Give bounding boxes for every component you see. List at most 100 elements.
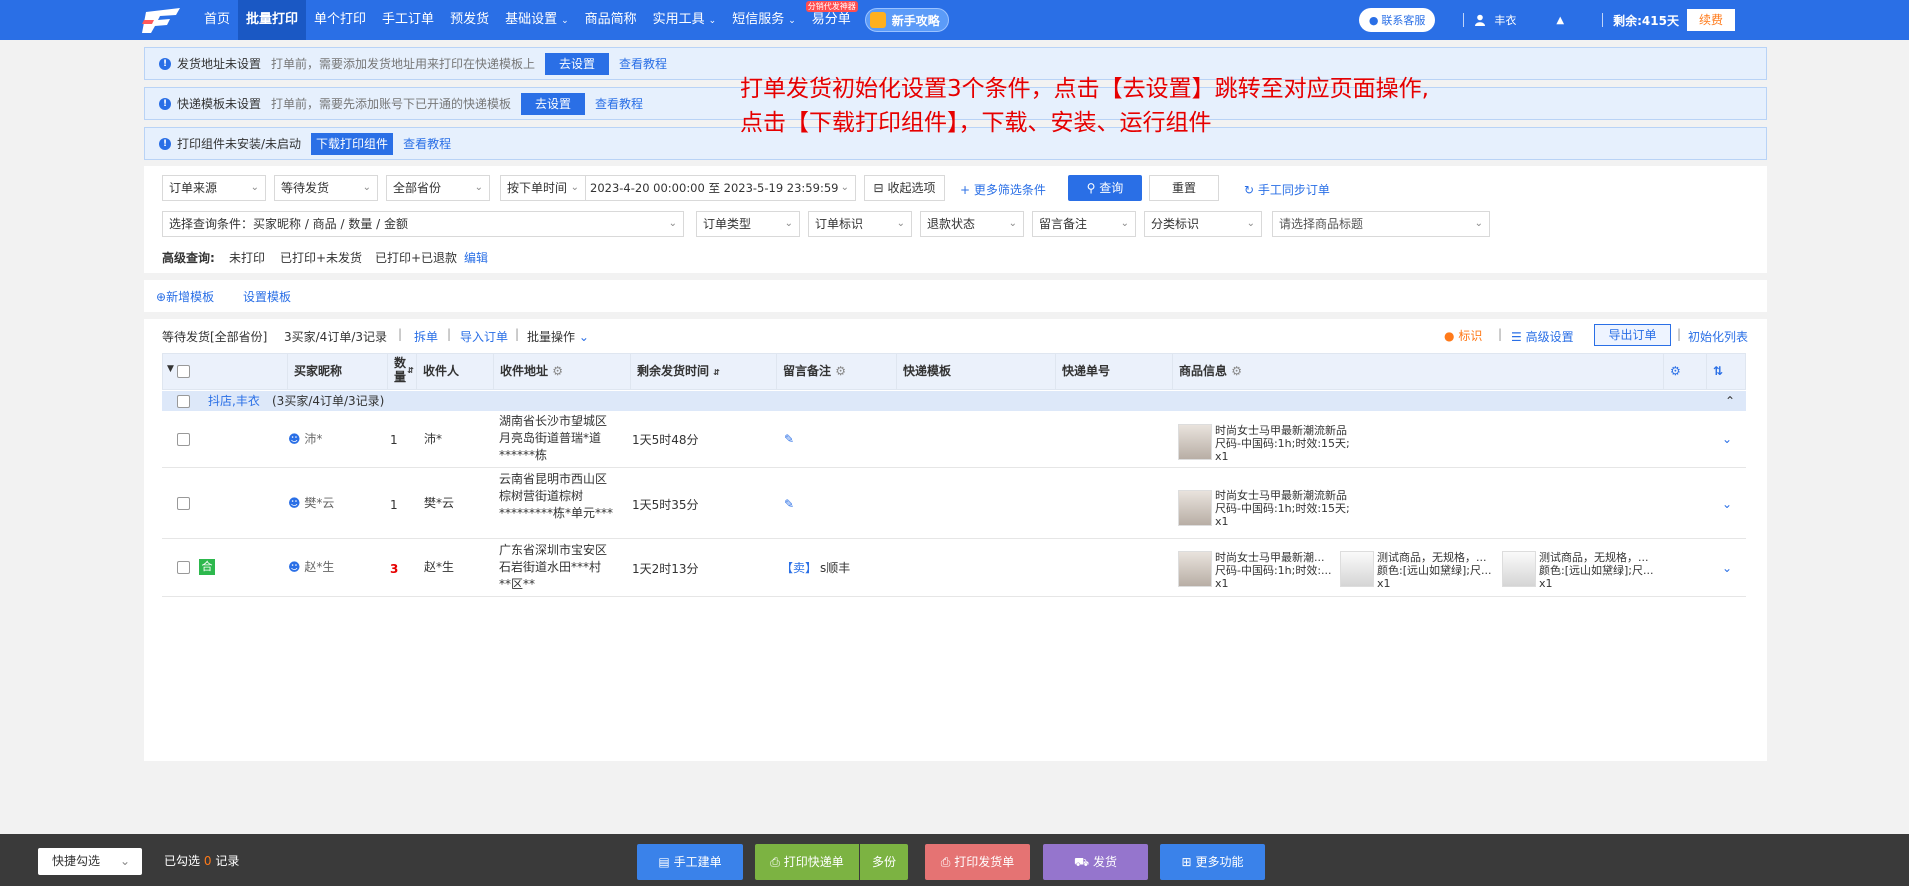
set-template-link[interactable]: 设置模板 <box>243 288 291 305</box>
multi-copy-button[interactable]: 多份 <box>860 844 908 880</box>
more-functions-button[interactable]: ⊞ 更多功能 <box>1160 844 1265 880</box>
row-checkbox[interactable] <box>177 433 190 446</box>
order-source-select[interactable]: 订单来源 ⌄ <box>162 175 266 201</box>
order-flag-select[interactable]: 订单标识 ⌄ <box>808 211 912 237</box>
chevron-down-icon: ⌄ <box>1474 218 1483 229</box>
product-name: 时尚女士马甲最新潮流新品 <box>1215 424 1347 437</box>
col-tracking-no: 快递单号 <box>1055 354 1110 389</box>
tutorial-link[interactable]: 查看教程 <box>403 135 451 152</box>
print-express-button[interactable]: ⎙ 打印快递单 <box>755 844 859 880</box>
expand-down-icon[interactable]: ⌄ <box>1722 432 1732 446</box>
product-spec: 颜色:[远山如黛绿];尺... <box>1539 564 1654 577</box>
logo-icon[interactable] <box>140 6 182 34</box>
adv-printed-refunded[interactable]: 已打印+已退款 <box>375 249 457 266</box>
product-title-select[interactable]: 请选择商品标题 ⌄ <box>1272 211 1490 237</box>
expand-down-icon[interactable]: ⌄ <box>1722 497 1732 511</box>
divider <box>1463 13 1465 27</box>
time-type-select[interactable]: 按下单时间 ⌄ <box>500 175 586 201</box>
nav-home[interactable]: 首页 <box>196 0 238 40</box>
tutorial-link[interactable]: 查看教程 <box>619 55 667 72</box>
adv-printed-unshipped[interactable]: 已打印+未发货 <box>280 249 362 266</box>
product-thumbnail[interactable] <box>1178 551 1212 587</box>
remark-select[interactable]: 留言备注 ⌄ <box>1032 211 1136 237</box>
query-button[interactable]: ⚲ 查询 <box>1068 175 1142 201</box>
advanced-settings-link[interactable]: ☰ 高级设置 <box>1511 328 1574 345</box>
nav-pre-ship[interactable]: 预发货 <box>442 0 497 40</box>
sort-icon: ⇵ <box>713 368 720 377</box>
nav-yifendan[interactable]: 分销代发神器 易分单 <box>804 0 859 40</box>
contact-service-button[interactable]: ● 联系客服 <box>1358 8 1436 32</box>
go-setup-button[interactable]: 去设置 <box>545 52 610 75</box>
col-address[interactable]: 收件地址 ⚙ <box>493 354 563 389</box>
chevron-down-icon: ⌄ <box>570 182 579 193</box>
product-thumbnail[interactable] <box>1178 424 1212 460</box>
group-checkbox[interactable] <box>177 395 190 408</box>
flag-menu[interactable]: ● 标识 <box>1444 327 1482 344</box>
reset-button[interactable]: 重置 <box>1149 175 1219 201</box>
receiver-cell: 沛* <box>424 432 443 446</box>
go-setup-button[interactable]: 去设置 <box>521 92 586 115</box>
renew-button[interactable]: 续费 <box>1686 9 1735 31</box>
column-sort-icon[interactable]: ⇅ <box>1706 354 1723 389</box>
expand-down-icon[interactable]: ⌄ <box>1722 561 1732 575</box>
table-row[interactable]: 合 ☻ 赵*生 3 赵*生 广东省深圳市宝安区 石岩街道水田***村 **区**… <box>162 540 1746 597</box>
adv-unprinted[interactable]: 未打印 <box>229 249 265 266</box>
province-select[interactable]: 全部省份 ⌄ <box>386 175 490 201</box>
edit-remark-icon[interactable]: ✎ <box>784 496 794 513</box>
col-product-info[interactable]: 商品信息 ⚙ <box>1172 354 1242 389</box>
sync-orders-link[interactable]: ↻ 手工同步订单 <box>1244 181 1330 198</box>
user-menu[interactable]: 丰衣 <box>1474 12 1516 28</box>
status-select[interactable]: 等待发货 ⌄ <box>274 175 378 201</box>
collapse-options-button[interactable]: ⊟ 收起选项 <box>864 175 945 201</box>
more-filters-link[interactable]: + 更多筛选条件 <box>960 181 1046 198</box>
nav-product-alias[interactable]: 商品简称 <box>577 0 645 40</box>
product-thumbnail[interactable] <box>1340 551 1374 587</box>
print-invoice-button[interactable]: ⎙ 打印发货单 <box>925 844 1030 880</box>
product-thumbnail[interactable] <box>1178 490 1212 526</box>
refund-status-select[interactable]: 退款状态 ⌄ <box>920 211 1024 237</box>
collapse-up-icon[interactable]: ⌃ <box>1725 391 1735 411</box>
export-orders-button[interactable]: 导出订单 <box>1594 324 1671 346</box>
select-all-checkbox[interactable] <box>177 365 190 378</box>
ship-button[interactable]: ⛟ 发货 <box>1043 844 1148 880</box>
nav-single-print[interactable]: 单个打印 <box>306 0 374 40</box>
order-type-select[interactable]: 订单类型 ⌄ <box>696 211 800 237</box>
category-select[interactable]: 分类标识 ⌄ <box>1144 211 1262 237</box>
date-range-picker[interactable]: 2023-4-20 00:00:00 至 2023-5-19 23:59:59 ⌄ <box>586 175 856 201</box>
col-remain-time[interactable]: 剩余发货时间 ⇵ <box>630 354 720 389</box>
row-checkbox[interactable] <box>177 561 190 574</box>
product-thumbnail[interactable] <box>1502 551 1536 587</box>
tutorial-link[interactable]: 查看教程 <box>595 95 643 112</box>
remain-time-cell: 1天5时48分 <box>632 433 699 447</box>
col-remark[interactable]: 留言备注 ⚙ <box>776 354 846 389</box>
init-list-link[interactable]: 初始化列表 <box>1688 328 1748 345</box>
add-template-link[interactable]: ⊕新增模板 <box>156 288 214 305</box>
download-component-button[interactable]: 下载打印组件 <box>311 132 394 155</box>
table-row[interactable]: ☻ 樊*云 1 樊*云 云南省昆明市西山区 棕树营街道棕树 *********栋… <box>162 469 1746 539</box>
shop-name[interactable]: 抖店,丰衣 <box>208 391 260 411</box>
nav-tools[interactable]: 实用工具 ⌄ <box>645 0 725 40</box>
table-row[interactable]: ☻ 沛* 1 沛* 湖南省长沙市望城区 月亮岛街道普瑞*道 ******栋 1天… <box>162 412 1746 468</box>
nav-sms[interactable]: 短信服务 ⌄ <box>724 0 804 40</box>
query-label: 查询 <box>1099 181 1124 195</box>
split-order-link[interactable]: 拆单 <box>414 328 438 345</box>
edit-link[interactable]: 编辑 <box>464 249 488 266</box>
nav-basic-settings[interactable]: 基础设置 ⌄ <box>497 0 577 40</box>
service-label: 联系客服 <box>1381 14 1426 27</box>
nav-manual-order[interactable]: 手工订单 <box>374 0 442 40</box>
manual-order-button[interactable]: ▤ 手工建单 <box>637 844 743 880</box>
import-order-link[interactable]: 导入订单 <box>460 328 508 345</box>
batch-ops-menu[interactable]: 批量操作 ⌄ <box>527 328 589 345</box>
row-checkbox[interactable] <box>177 497 190 510</box>
table-settings-icon[interactable]: ⚙ <box>1663 354 1681 389</box>
quick-select-dropdown[interactable]: 快捷勾选 ⌄ <box>38 848 142 875</box>
beginner-guide-button[interactable]: 新手攻略 <box>864 8 949 32</box>
caret-up-icon[interactable]: ▲ <box>1556 15 1564 26</box>
edit-remark-icon[interactable]: ✎ <box>784 431 794 448</box>
product-spec: 颜色:[远山如黛绿];尺... <box>1377 564 1492 577</box>
query-condition-select[interactable]: 选择查询条件：买家昵称 / 商品 / 数量 / 金额 ⌄ <box>162 211 684 237</box>
remark-tag[interactable]: 【卖】 <box>781 560 817 577</box>
nav-batch-print[interactable]: 批量打印 <box>238 0 307 40</box>
caret-down-icon[interactable]: ▼ <box>167 364 174 374</box>
col-qty[interactable]: 数量 ⇵ <box>387 354 416 389</box>
